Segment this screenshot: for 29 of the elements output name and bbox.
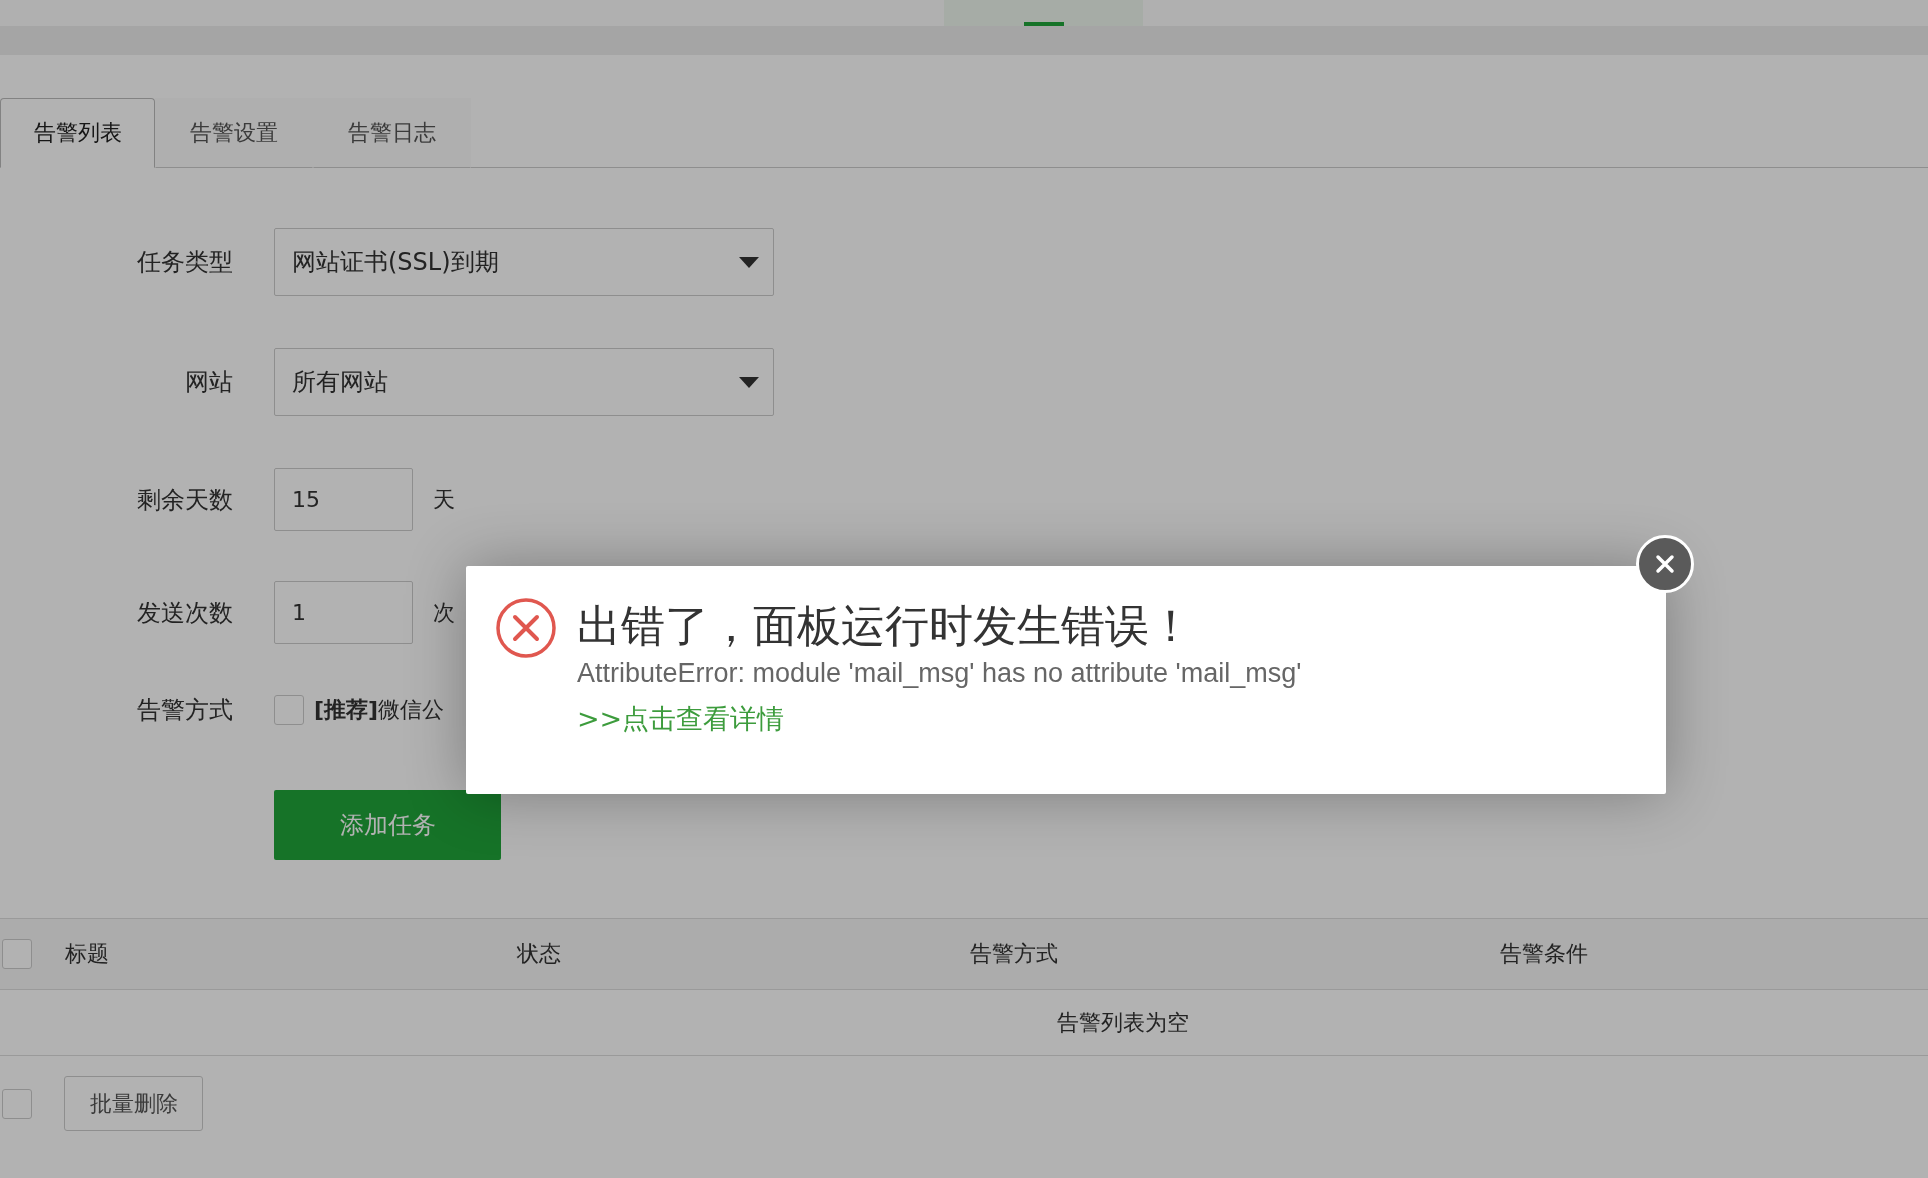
active-nav-segment[interactable]	[944, 0, 1143, 26]
unit-label: 天	[433, 485, 455, 514]
error-message: AttributeError: module 'mail_msg' has no attribute 'mail_msg'	[577, 658, 1302, 689]
caret-icon	[739, 376, 759, 388]
column-header: 告警方式	[970, 940, 1058, 968]
caret-icon	[739, 256, 759, 268]
column-header: 告警条件	[1500, 940, 1588, 968]
checkbox[interactable]	[274, 695, 304, 725]
column-header: 状态	[517, 940, 561, 968]
dialog-title: 出错了，面板运行时发生错误！	[577, 600, 1194, 652]
field-label: 剩余天数	[136, 484, 233, 516]
tab[interactable]: 告警列表	[0, 98, 155, 168]
field-label: 发送次数	[136, 597, 233, 629]
batch-delete-button[interactable]: 批量删除	[64, 1076, 203, 1131]
column-header: 标题	[65, 940, 109, 968]
select-field[interactable]: 网站证书(SSL)到期	[274, 228, 774, 296]
checkbox[interactable]	[2, 1088, 32, 1119]
select-field[interactable]: 所有网站	[274, 348, 774, 416]
checkbox[interactable]	[2, 939, 32, 969]
input-field[interactable]: 15	[274, 468, 413, 531]
field-label: 网站	[184, 367, 233, 398]
error-icon	[495, 597, 557, 659]
unit-label: 次	[433, 598, 455, 627]
input-field[interactable]: 1	[274, 581, 413, 644]
field-label: 告警方式	[136, 695, 233, 726]
checkbox-label: [推荐]微信公	[314, 696, 445, 724]
empty-message: 告警列表为空	[1057, 1008, 1189, 1037]
close-icon	[1654, 553, 1676, 575]
field-label: 任务类型	[136, 247, 233, 278]
